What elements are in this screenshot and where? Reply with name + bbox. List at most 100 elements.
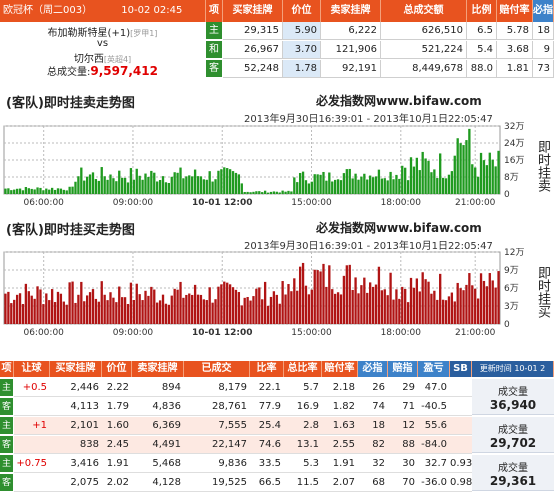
trend-bar	[27, 291, 30, 324]
trend-bar	[398, 298, 401, 324]
trend-bar	[226, 282, 229, 324]
handicap-table: 项 让球 买家挂牌 价位 卖家挂牌 已成交 比率 总比率 赔付率 必指 赔指 盈…	[0, 361, 554, 492]
bcell-r: 25.4	[250, 417, 284, 435]
trend-bar	[176, 289, 179, 324]
trend-bar	[290, 191, 293, 194]
trend-bar	[456, 138, 459, 194]
trend-bar	[497, 150, 500, 194]
volume-summary-value: 36,940	[489, 398, 537, 412]
trend-bar	[258, 191, 261, 194]
match-time: 10-02 02:45	[121, 5, 183, 16]
brow-tag: 主	[0, 455, 13, 473]
trend-bar	[39, 289, 42, 324]
trend-bar	[94, 298, 98, 324]
bcell-hcp	[14, 474, 50, 492]
cell-sell: 121,906	[321, 41, 381, 59]
x-tick-label: 06:00:00	[23, 328, 64, 338]
trend-bar	[310, 289, 313, 324]
trend-bar	[404, 167, 407, 194]
trend-bar	[179, 281, 182, 324]
trend-bar	[331, 181, 334, 194]
trend-bar	[366, 179, 369, 194]
bcell-bz: 82	[358, 436, 388, 454]
trend-bar	[158, 300, 162, 324]
trend-bar	[42, 304, 45, 324]
trend-bar	[316, 174, 319, 194]
trend-bar	[482, 160, 486, 194]
trend-bar	[336, 179, 340, 194]
trend-bar	[474, 167, 477, 194]
bcell-tr: 13.1	[284, 436, 322, 454]
bcell-pl: -84.0	[418, 436, 450, 454]
chart1-side-label: 即时挂卖	[535, 140, 550, 192]
trend-bar	[4, 188, 7, 194]
trend-bar	[313, 174, 316, 194]
trend-bar	[115, 302, 118, 324]
trend-bar	[427, 160, 430, 194]
bcell-r: 66.5	[250, 474, 284, 492]
bcell-pl: 47.0	[418, 379, 450, 397]
trend-bar	[447, 296, 451, 324]
match-header: 欧冠杯（周二003） 10-02 02:45	[0, 0, 206, 22]
trend-bar	[266, 192, 270, 194]
trend-bar	[88, 174, 92, 194]
trend-bar	[141, 300, 144, 324]
trend-bar	[296, 290, 299, 324]
trend-bar	[430, 172, 433, 194]
trend-bar	[479, 152, 483, 194]
trend-bar	[15, 188, 19, 194]
bcell-tr: 5.3	[284, 455, 322, 473]
trend-bar	[287, 284, 290, 324]
bcell-pay: 1.91	[322, 455, 358, 473]
trend-bar	[418, 291, 421, 324]
trend-bar	[237, 292, 241, 324]
y-tick-label: 6万	[504, 284, 519, 294]
chart2-side-label: 即时挂买	[535, 266, 550, 318]
trend-bar	[418, 170, 421, 194]
trend-bar	[342, 275, 346, 324]
trend-bar	[27, 188, 30, 194]
match-summary-table: 欧冠杯（周二003） 10-02 02:45 项 买家挂牌 价位 卖家挂牌 总成…	[0, 0, 554, 78]
x-tick-label: 21:00:00	[455, 328, 496, 338]
trend-bar	[33, 189, 36, 194]
trend-bar	[126, 182, 130, 194]
trend-bar	[439, 153, 442, 194]
trend-bar	[199, 176, 203, 194]
trend-bar	[307, 294, 311, 324]
trend-bar	[298, 173, 302, 194]
trend-bar	[85, 176, 89, 194]
bcol-sell: 卖家挂牌	[132, 361, 184, 377]
home-team[interactable]: 布加勒斯特星(+1)[罗甲1]	[0, 24, 205, 39]
trend-bar	[284, 191, 287, 194]
trend-bar	[112, 297, 115, 324]
trend-bar	[135, 168, 138, 194]
col-header-total: 总成交额	[381, 0, 467, 22]
trend-bar	[441, 299, 445, 324]
bcell-pl: 55.6	[418, 417, 450, 435]
trend-bar	[333, 293, 337, 324]
trend-bar	[444, 178, 448, 194]
trend-bar	[278, 192, 281, 194]
trend-bar	[193, 284, 197, 324]
trend-bar	[240, 183, 243, 194]
chart1-title: (客队)即时挂卖走势图	[6, 96, 135, 111]
trend-bar	[228, 169, 232, 194]
trend-bar	[94, 179, 98, 194]
trend-bar	[427, 281, 430, 324]
trend-bar	[269, 191, 273, 194]
chart2-brand: 必发指数网www.bifaw.com	[316, 221, 482, 235]
trend-bar	[284, 294, 287, 324]
trend-bar	[389, 171, 392, 194]
trend-bar	[7, 291, 10, 324]
bcol-item: 项	[0, 361, 14, 377]
trend-bar	[112, 178, 115, 194]
trend-bar	[246, 296, 249, 324]
trend-bar	[97, 180, 100, 194]
bcell-pl: -40.5	[418, 398, 450, 416]
trend-bar	[36, 286, 39, 324]
trend-bar	[56, 188, 60, 194]
trend-bar	[158, 179, 162, 194]
trend-bar	[80, 167, 83, 194]
trend-bar	[383, 178, 386, 194]
chart2-title: (客队)即时挂买走势图	[6, 223, 135, 238]
